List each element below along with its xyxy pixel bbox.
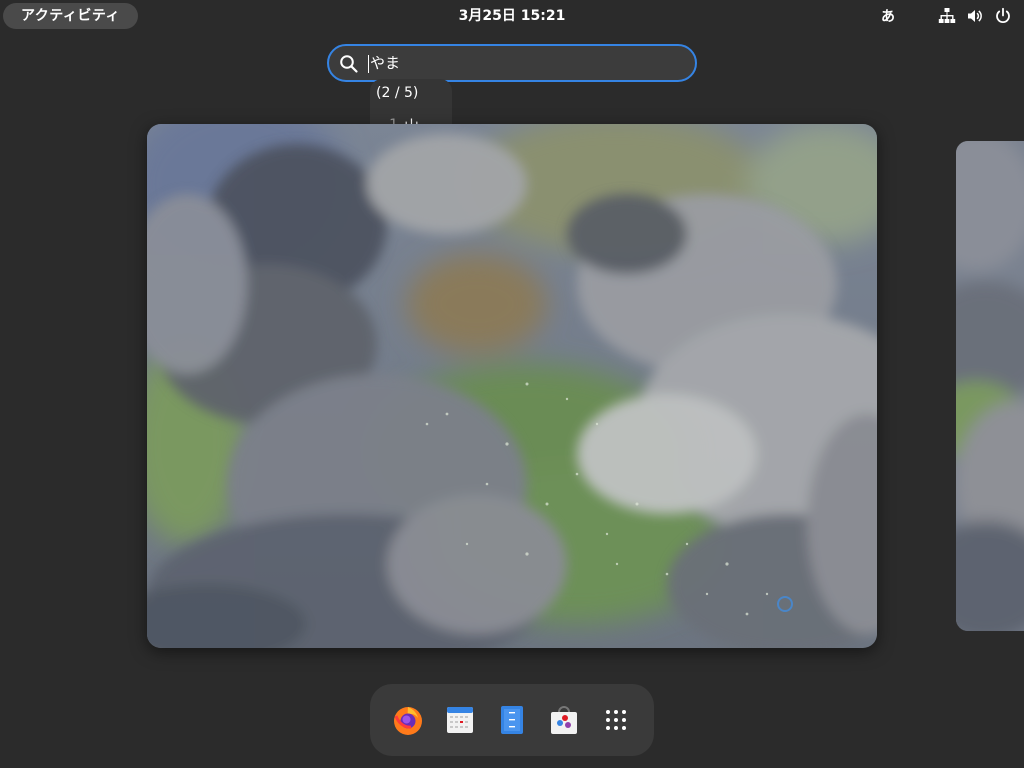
system-tray[interactable]: あ [881,0,1012,32]
wallpaper-image [956,141,1024,631]
input-method-indicator[interactable]: あ [881,6,895,26]
app-grid-icon[interactable] [600,704,632,736]
text-editor-icon[interactable] [496,704,528,736]
search-icon [340,55,358,73]
calendar-icon[interactable] [444,704,476,736]
power-icon[interactable] [994,7,1012,25]
dash [370,684,654,756]
firefox-icon[interactable] [392,704,424,736]
next-workspace-thumbnail[interactable] [956,141,1024,631]
wallpaper-image [147,124,877,648]
network-icon[interactable] [938,7,956,25]
clock-button[interactable]: 3月25日 15:21 [0,0,1024,32]
software-icon[interactable] [548,704,580,736]
search-entry[interactable]: やま [327,44,697,82]
top-bar: アクティビティ 3月25日 15:21 あ [0,0,1024,32]
volume-icon[interactable] [966,7,984,25]
search-input[interactable]: やま [370,46,400,80]
text-caret [368,55,369,73]
candidate-page-indicator: (2 / 5) [376,85,419,101]
workspace-thumbnail[interactable] [147,124,877,648]
